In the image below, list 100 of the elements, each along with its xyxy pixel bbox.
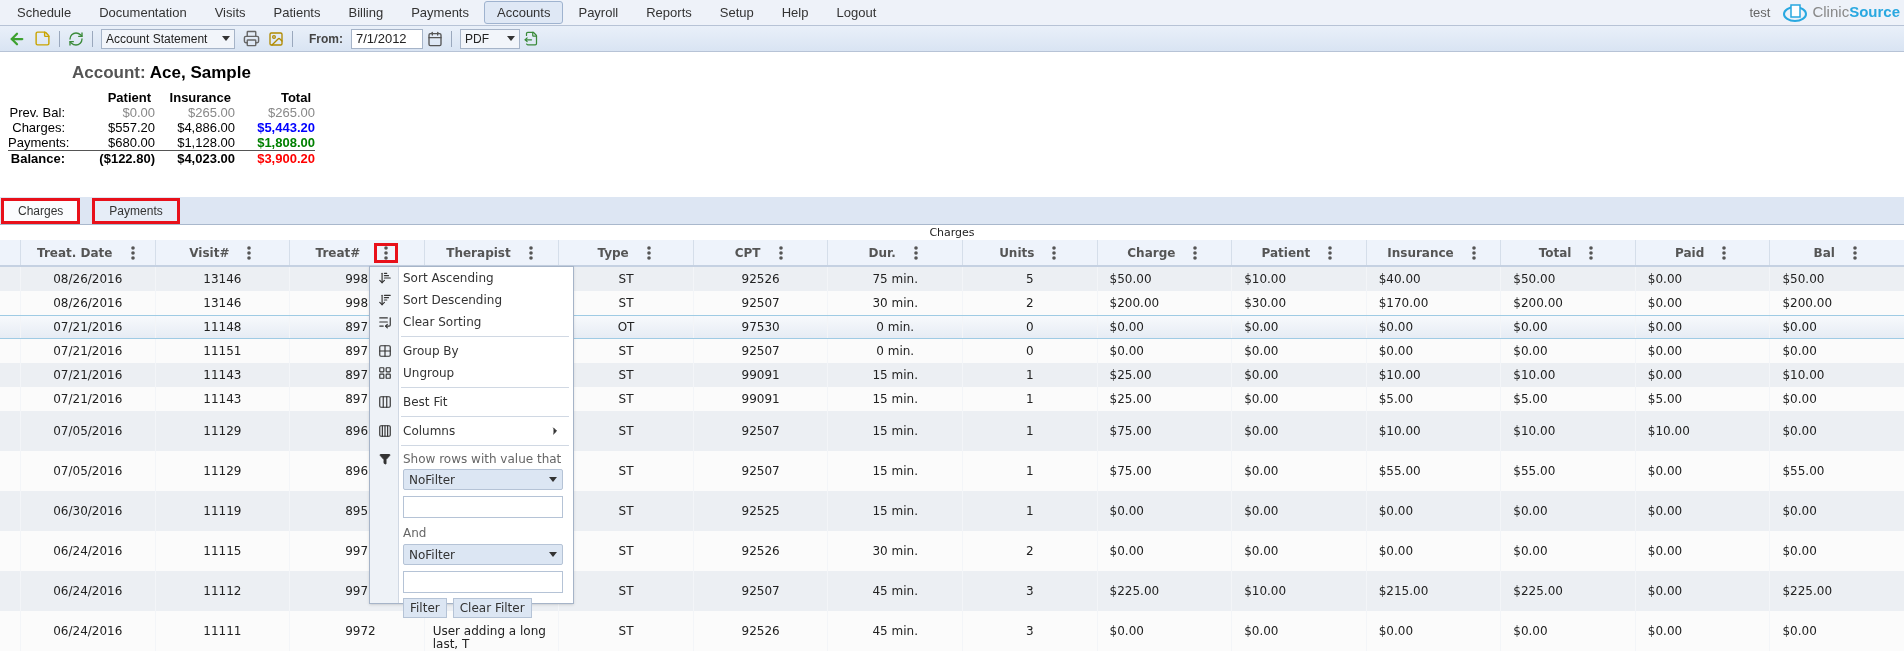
column-header[interactable]: Charge: [1096, 240, 1232, 265]
caret-icon: [222, 36, 230, 41]
format-select[interactable]: PDF: [460, 28, 520, 49]
menu-tab[interactable]: Patients: [260, 1, 334, 24]
logo-icon: [1782, 2, 1809, 23]
table-cell-text: $0.00: [1513, 623, 1548, 640]
filter-value-field[interactable]: [403, 571, 563, 593]
menu-item[interactable]: Clear Sorting: [370, 311, 573, 333]
summary-value: $1,128.00: [176, 134, 235, 150]
sort-descending-icon: [377, 293, 392, 307]
summary-value: $265.00: [187, 104, 235, 120]
column-header[interactable]: Insurance: [1365, 240, 1501, 265]
menu-tab[interactable]: Visits: [201, 1, 259, 24]
table-cell-text: $200.00: [1513, 295, 1563, 312]
table-cell-text: $10.00: [1513, 367, 1556, 384]
table-cell-text: $10.00: [1378, 367, 1421, 384]
table-cell-text: 92507: [741, 423, 780, 440]
menu-tab[interactable]: Accounts: [484, 1, 564, 24]
column-header[interactable]: Patient: [1231, 240, 1366, 265]
menu-item[interactable]: Ungroup: [370, 362, 573, 384]
filter-condition-select[interactable]: NoFilter: [403, 544, 563, 565]
filter-button[interactable]: Clear Filter: [452, 598, 532, 618]
from-date-field[interactable]: 7/1/2012: [351, 28, 423, 49]
clear-sort-icon: [377, 315, 392, 329]
table-cell-text: $200.00: [1782, 295, 1833, 312]
column-header[interactable]: CPT: [692, 240, 828, 265]
table-cell-text: $5.00: [1378, 391, 1414, 408]
menu-tab[interactable]: Reports: [633, 1, 705, 24]
menu-tab[interactable]: Payroll: [565, 1, 632, 24]
table-cell-text: $30.00: [1244, 295, 1287, 312]
column-header[interactable]: Bal: [1769, 240, 1904, 265]
refresh-icon[interactable]: [68, 30, 84, 47]
table-cell-text: 15 min.: [872, 367, 918, 384]
menu-tab[interactable]: Schedule: [4, 1, 85, 24]
table-cell-text: 07/05/2016: [53, 423, 123, 440]
table-cell-text: $25.00: [1109, 391, 1152, 408]
table-cell-text: $0.00: [1244, 319, 1279, 336]
table-cell-text: $0.00: [1109, 623, 1144, 640]
filter-value-field[interactable]: [403, 496, 563, 518]
table-cell-text: $225.00: [1782, 583, 1833, 600]
table-cell-text: 15 min.: [872, 423, 918, 440]
column-menu-button[interactable]: [374, 242, 399, 263]
table-cell-text: $0.00: [1782, 543, 1817, 560]
table-cell-text: ST: [618, 271, 634, 288]
menu-tab[interactable]: Help: [768, 1, 822, 24]
column-header[interactable]: Therapist: [423, 240, 559, 265]
table-cell-text: 997: [345, 583, 369, 600]
table-cell-text: $0.00: [1244, 463, 1279, 480]
menu-item[interactable]: Sort Ascending: [370, 267, 573, 289]
column-header[interactable]: Dur.: [827, 240, 962, 265]
table-cell-text: 11112: [203, 583, 242, 600]
image-icon[interactable]: [268, 30, 284, 47]
menu-tab[interactable]: Logout: [823, 1, 890, 24]
filter-button[interactable]: Filter: [403, 598, 447, 618]
table-cell-text: 11115: [203, 543, 242, 560]
filter-condition-select[interactable]: NoFilter: [403, 469, 563, 490]
table-cell-text: $55.00: [1513, 463, 1556, 480]
columns-icon: [377, 395, 392, 409]
column-header[interactable]: Treat#: [289, 240, 424, 265]
kebab-icon: [913, 245, 918, 260]
menu-item[interactable]: Sort Descending: [370, 289, 573, 311]
table-cell-text: $0.00: [1109, 543, 1144, 560]
report-select[interactable]: Account Statement: [101, 28, 235, 49]
menu-item[interactable]: Columns: [370, 420, 573, 442]
summary-label: Prev. Bal:: [8, 104, 66, 120]
column-header[interactable]: Units: [962, 240, 1097, 265]
menu-tab[interactable]: Billing: [335, 1, 397, 24]
table-cell-text: 0 min.: [876, 343, 915, 360]
column-header[interactable]: Paid: [1634, 240, 1770, 265]
tab[interactable]: Charges: [1, 198, 81, 224]
table-cell-text: 895: [345, 503, 369, 520]
menu-tab[interactable]: Documentation: [86, 1, 200, 24]
table-cell-text: $10.00: [1647, 423, 1690, 440]
table-cell-text: 13146: [203, 295, 242, 312]
column-header[interactable]: Visit#: [154, 240, 290, 265]
menu-tab[interactable]: Payments: [398, 1, 482, 24]
table-cell-text: $0.00: [1647, 623, 1683, 640]
export-icon[interactable]: [524, 31, 539, 46]
tab[interactable]: Payments: [92, 198, 180, 224]
calendar-icon[interactable]: [427, 30, 443, 47]
menu-item[interactable]: Group By: [370, 340, 573, 362]
summary-value: $680.00: [107, 134, 155, 150]
table-cell-text: 11143: [203, 367, 242, 384]
column-header[interactable]: Type: [558, 240, 693, 265]
menu-item[interactable]: Best Fit: [370, 391, 573, 413]
table-cell-text: $0.00: [1782, 423, 1817, 440]
table-cell-text: 3: [1025, 623, 1034, 640]
user-name: test: [1749, 3, 1771, 22]
table-cell-text: $0.00: [1244, 423, 1279, 440]
summary-label: Charges:: [11, 119, 66, 135]
column-header[interactable]: Total: [1500, 240, 1635, 265]
filter-joiner: And: [403, 525, 428, 542]
column-header[interactable]: Treat. Date: [20, 240, 155, 265]
menu-tab[interactable]: Setup: [706, 1, 767, 24]
table-cell-text: 15 min.: [872, 391, 918, 408]
printer-icon[interactable]: [243, 30, 260, 47]
kebab-icon: [646, 245, 651, 260]
table-cell-text: $0.00: [1378, 319, 1414, 336]
table-cell-text: 13146: [203, 271, 242, 288]
table-cell-text: $5.00: [1647, 391, 1683, 408]
